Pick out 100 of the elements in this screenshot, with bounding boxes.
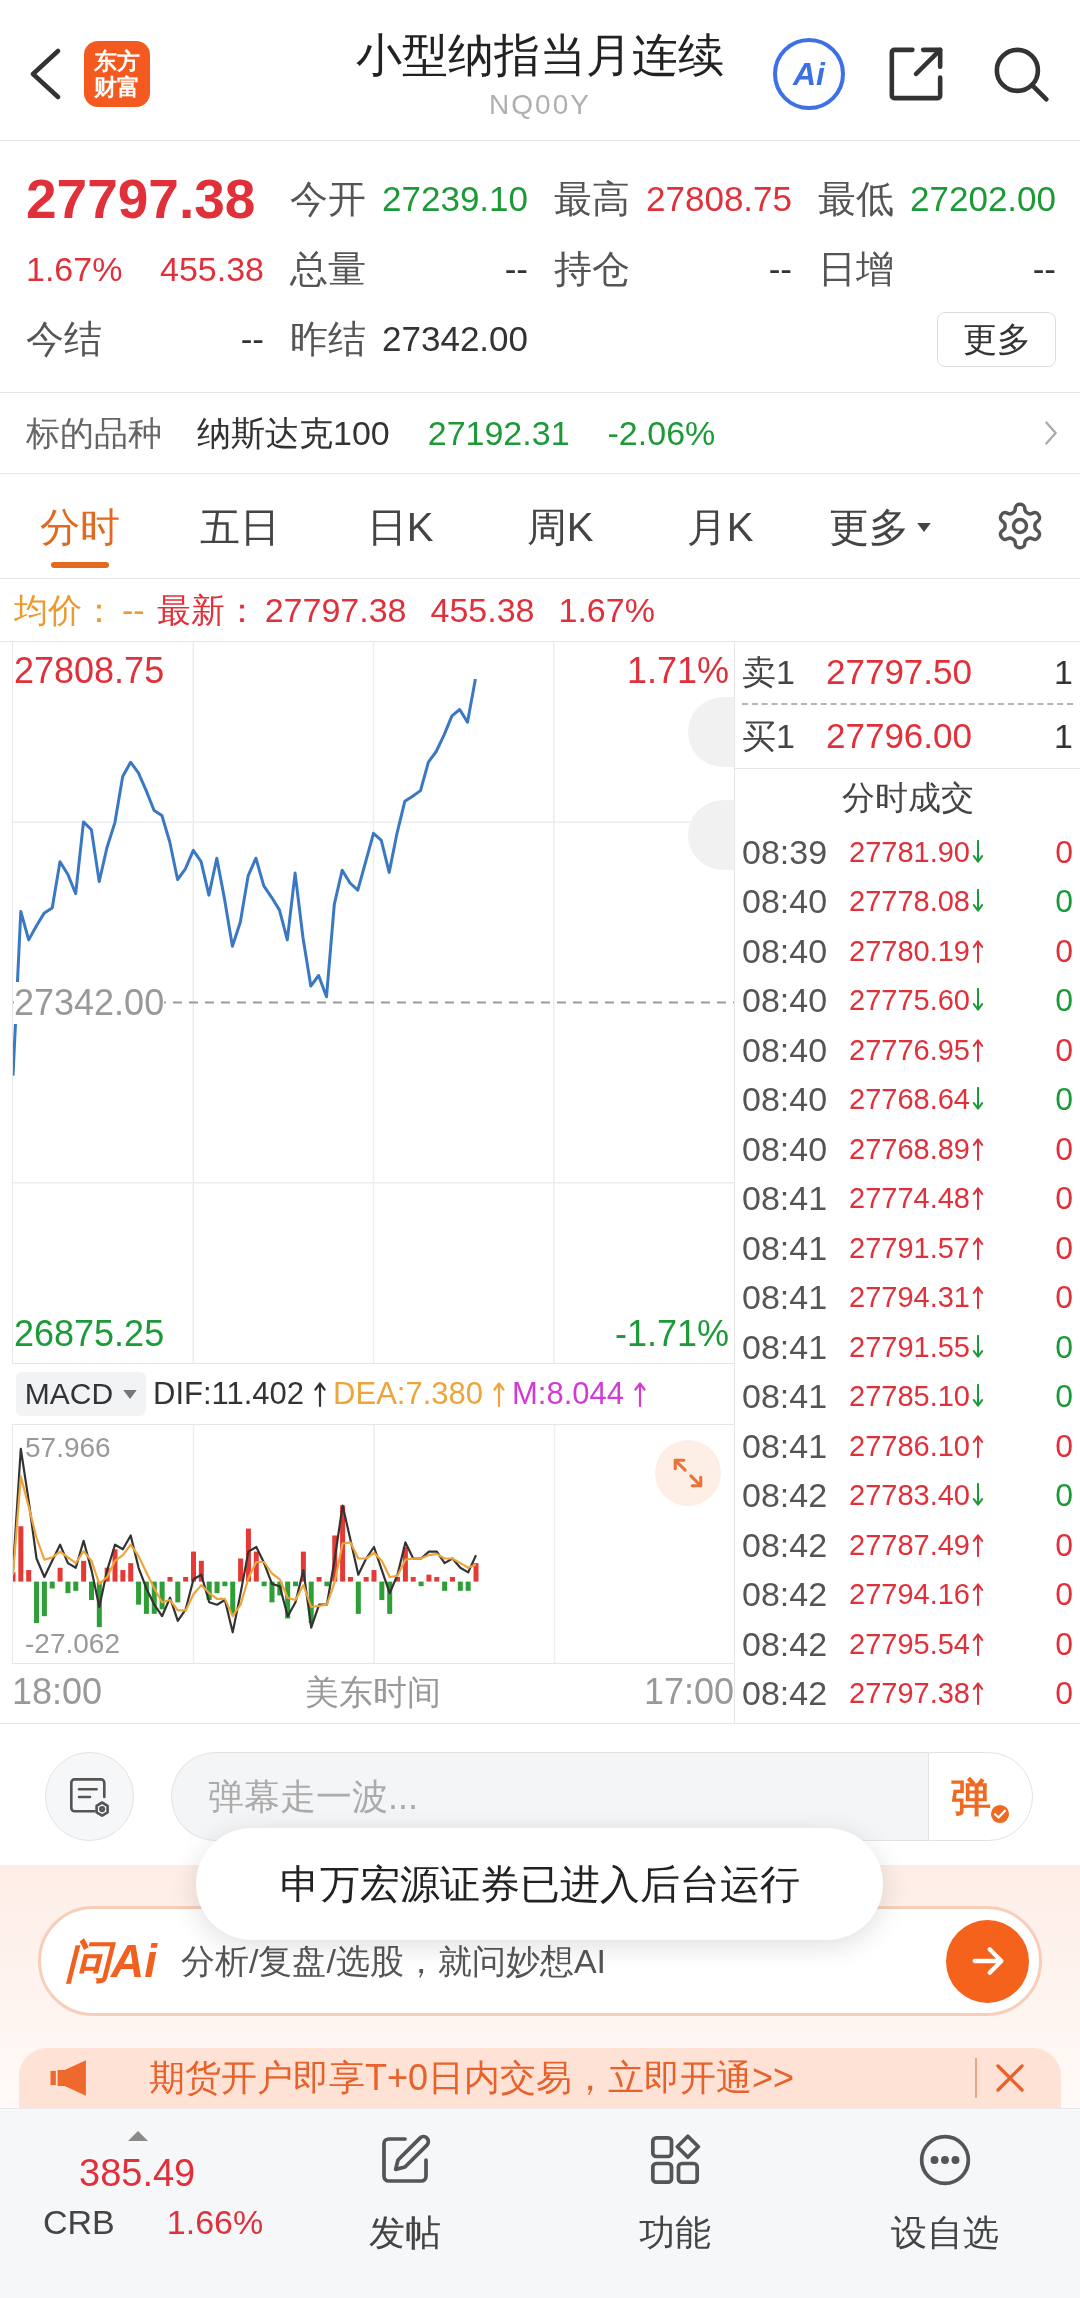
trade-price: 27778.08 (849, 884, 970, 920)
underlying-price: 27192.31 (427, 412, 570, 454)
trade-price: 27776.95 (849, 1032, 970, 1068)
ask-ai-logo: 问Ai (65, 1934, 157, 1988)
trade-time: 08:42 (742, 1673, 829, 1714)
trade-volume: 0 (1055, 1674, 1073, 1714)
last-price: 27797.38 (26, 167, 257, 231)
trade-volume: 0 (1055, 1228, 1073, 1268)
stat-label: 总量 (290, 247, 366, 292)
stat-label: 今结 (26, 317, 102, 362)
trade-volume: 0 (1055, 1327, 1073, 1367)
trade-price: 27774.48 (849, 1181, 970, 1217)
trade-volume: 0 (1055, 1426, 1073, 1466)
toast-message: 申万宏源证券已进入后台运行 (196, 1828, 883, 1940)
trade-volume: 0 (1055, 1377, 1073, 1417)
trade-time: 08:40 (742, 1128, 829, 1169)
order-level-label: 卖1 (742, 652, 796, 693)
trade-time: 08:40 (742, 930, 829, 971)
latest-price: 27797.38 (264, 590, 407, 630)
trade-time: 08:42 (742, 1623, 829, 1664)
trade-price: 27768.89 (849, 1131, 970, 1167)
trade-time: 08:42 (742, 1524, 829, 1565)
trade-volume: 0 (1055, 832, 1073, 872)
stat-label: 今开 (290, 177, 366, 222)
stat-label: 日增 (818, 247, 894, 292)
stat-label: 持仓 (554, 247, 630, 292)
trade-time: 08:40 (742, 881, 829, 922)
trade-price: 27780.19 (849, 933, 970, 969)
order-level-label: 买1 (742, 716, 796, 757)
price-axis-label: 27808.75 (14, 649, 165, 692)
trade-price: 27794.16 (849, 1577, 970, 1613)
trade-time: 08:42 (742, 1574, 829, 1615)
trade-time: 08:41 (742, 1376, 829, 1417)
trade-volume: 0 (1055, 1624, 1073, 1664)
trade-volume: 0 (1055, 981, 1073, 1021)
trade-price: 27791.55 (849, 1329, 970, 1365)
stat-value: -- (504, 248, 528, 290)
stat-label: 最高 (554, 177, 630, 222)
promo-text: 期货开户即享T+0日内交易，立即开通>> (149, 2057, 795, 2099)
trades-title: 分时成交 (841, 778, 974, 819)
avg-price-label: 均价： (14, 590, 116, 630)
trade-time: 08:39 (742, 831, 829, 872)
stat-label: 昨结 (290, 317, 366, 362)
trade-volume: 0 (1055, 1476, 1073, 1516)
trade-time: 08:42 (742, 1475, 829, 1516)
trade-time: 08:41 (742, 1425, 829, 1466)
indicator-value: DEA:7.380 (333, 1375, 483, 1413)
order-level-volume: 1 (1054, 716, 1073, 757)
trade-time: 08:41 (742, 1227, 829, 1268)
underlying-name: 纳斯达克100 (197, 412, 390, 454)
ask-ai-prompt: 分析/复盘/选股，就问妙想AI (181, 1941, 607, 1981)
avg-price-value: -- (122, 590, 145, 630)
price-axis-label: 27342.00 (14, 981, 165, 1024)
trade-volume: 0 (1055, 931, 1073, 971)
latest-change: 455.38 (430, 590, 535, 630)
app-logo: 东方 财富 (84, 41, 150, 107)
trade-price: 27787.49 (849, 1527, 970, 1563)
trade-time: 08:40 (742, 1029, 829, 1070)
stat-value: 27202.00 (910, 178, 1056, 220)
trade-time: 08:41 (742, 1277, 829, 1318)
indicator-value: DIF:11.402 (153, 1375, 305, 1413)
stat-value: -- (768, 248, 792, 290)
order-level-volume: 1 (1054, 652, 1073, 693)
stat-label: 最低 (818, 177, 894, 222)
time-axis-end: 17:00 (642, 1670, 734, 1713)
stat-value: 27239.10 (382, 178, 528, 220)
underlying-change: -2.06% (607, 412, 716, 454)
stat-value: 27808.75 (646, 178, 792, 220)
trade-time: 08:41 (742, 1326, 829, 1367)
latest-change-percent: 1.67% (558, 590, 655, 630)
trade-price: 27768.64 (849, 1082, 970, 1118)
latest-label: 最新： (156, 590, 259, 630)
trade-volume: 0 (1055, 1525, 1073, 1565)
percent-axis-label: 1.71% (626, 650, 729, 692)
ticker-change: 1.66% (166, 2201, 264, 2243)
trade-price: 27794.31 (849, 1280, 970, 1316)
trade-volume: 0 (1055, 1179, 1073, 1219)
trade-volume: 0 (1055, 1129, 1073, 1169)
change-percent: 1.67% (26, 249, 123, 290)
price-axis-label: 26875.25 (14, 1313, 165, 1356)
stat-value: -- (240, 318, 264, 360)
trade-price: 27797.38 (849, 1676, 970, 1712)
page-title: 小型纳指当月连续 (356, 28, 724, 83)
indicator-value: M:8.044 (512, 1375, 625, 1413)
trade-volume: 0 (1055, 1080, 1073, 1120)
trade-volume: 0 (1055, 1278, 1073, 1318)
trade-price: 27785.10 (849, 1379, 970, 1415)
percent-axis-label: -1.71% (614, 1313, 729, 1355)
time-axis-label: 美东时间 (305, 1671, 441, 1713)
order-level-price: 27796.00 (826, 715, 972, 758)
stat-value: 27342.00 (382, 318, 528, 360)
underlying-label: 标的品种 (26, 412, 162, 454)
ticker-price: 385.49 (79, 2151, 196, 2196)
trade-price: 27775.60 (849, 983, 970, 1019)
ticker-name: CRB (43, 2201, 115, 2243)
trade-volume: 0 (1055, 1030, 1073, 1070)
trade-price: 27786.10 (849, 1428, 970, 1464)
trade-time: 08:40 (742, 980, 829, 1021)
trade-price: 27781.90 (849, 834, 970, 870)
time-axis-start: 18:00 (12, 1670, 104, 1713)
